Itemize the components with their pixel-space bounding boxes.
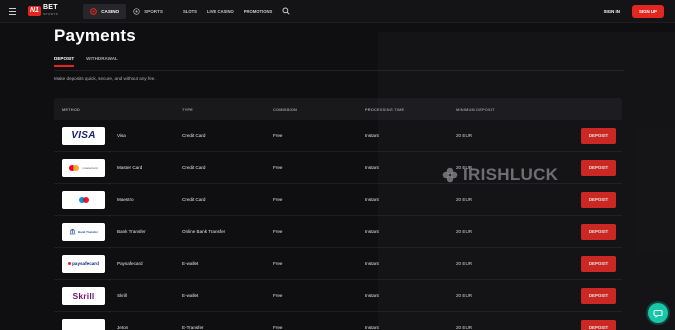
column-header-minimum-deposit: MINIMUM DEPOSIT [456,106,495,112]
column-header-commission: COMISSION [273,106,298,112]
method-commission: Free [273,165,283,170]
nav-link-slots[interactable]: SLOTS [178,9,202,14]
payment-subtabs: DEPOSIT WITHDRAWAL [54,56,118,67]
method-name: Jeton [117,325,129,330]
live-chat-button[interactable] [648,303,668,323]
jeton-logo [62,318,105,330]
method-type: E-wallet [182,293,199,298]
method-processing-time: Instant [365,325,379,330]
method-name: Paysafecard [117,261,143,266]
method-processing-time: Instant [365,293,379,298]
method-commission: Free [273,293,283,298]
chat-bubble-icon [653,310,663,318]
primary-links: SLOTS LIVE CASINO PROMOTIONS [178,9,277,14]
bank-transfer-logo: Bank Transfer [62,222,105,241]
logo-n1-badge: N1 [28,6,41,16]
visa-logo: VISA [62,126,105,145]
table-row: Maestro Credit Card Free Instant 20 EUR … [54,184,622,216]
deposit-button[interactable]: DEPOSIT [581,159,616,176]
method-commission: Free [273,261,283,266]
subtabs-divider [54,70,624,71]
method-type: Credit Card [182,133,206,138]
column-header-method: METHOD [62,106,81,112]
search-icon[interactable] [281,7,290,16]
method-processing-time: Instant [365,229,379,234]
sign-in-button[interactable]: SIGN IN [600,6,624,17]
method-processing-time: Instant [365,133,379,138]
method-name: Visa [117,133,126,138]
paysafecard-logo: paysafecard [62,254,105,273]
tab-casino[interactable]: CASINO [83,3,127,19]
method-minimum-deposit: 20 EUR [456,293,473,298]
method-minimum-deposit: 20 EUR [456,165,473,170]
deposit-button[interactable]: DEPOSIT [581,127,616,144]
table-row: VISA Visa Credit Card Free Instant 20 EU… [54,120,622,152]
tab-sports-label: SPORTS [144,8,163,14]
method-name: Skrill [117,293,127,298]
payment-methods-table: METHOD TYPE COMISSION PROCESSING TIME MI… [54,98,622,330]
method-minimum-deposit: 20 EUR [456,261,473,266]
deposit-button[interactable]: DEPOSIT [581,191,616,208]
soccer-ball-icon [133,7,140,15]
method-commission: Free [273,325,283,330]
page-title: Payments [54,26,136,45]
method-processing-time: Instant [365,261,379,266]
table-row: Bank Transfer Bank Transfer Online Bank … [54,216,622,248]
deposit-button[interactable]: DEPOSIT [581,223,616,240]
skrill-logo: Skrill [62,286,105,305]
column-header-type: TYPE [182,106,193,112]
deposit-button[interactable]: DEPOSIT [581,255,616,272]
method-minimum-deposit: 20 EUR [456,325,473,330]
maestro-logo [62,190,105,209]
page-description: Make deposits quick, secure, and without… [54,76,156,81]
column-header-processing-time: PROCESSING TIME [365,106,405,112]
deposit-button[interactable]: DEPOSIT [581,319,616,330]
site-logo[interactable]: N1 BET SPORTS [28,0,58,23]
tab-withdrawal[interactable]: WITHDRAWAL [86,56,118,67]
method-name: Master Card [117,165,143,170]
sign-up-button[interactable]: SIGN UP [631,4,664,18]
bank-building-icon [69,228,76,235]
table-row: paysafecard Paysafecard E-wallet Free In… [54,248,622,280]
method-name: Maestro [117,197,134,202]
auth-actions: SIGN IN SIGN UP [600,4,664,18]
method-commission: Free [273,229,283,234]
method-type: E-Transfer [182,325,204,330]
table-row: mastercard Master Card Credit Card Free … [54,152,622,184]
table-row: Skrill Skrill E-wallet Free Instant 20 E… [54,280,622,312]
mastercard-logo: mastercard [62,158,105,177]
method-type: Credit Card [182,197,206,202]
method-name: Bank Transfer [117,229,146,234]
tab-sports[interactable]: SPORTS [126,4,170,19]
deposit-button[interactable]: DEPOSIT [581,287,616,304]
nav-link-live-casino[interactable]: LIVE CASINO [202,9,239,14]
method-commission: Free [273,133,283,138]
table-row: Jeton E-Transfer Free Instant 20 EUR DEP… [54,312,622,330]
casino-chip-icon [90,7,98,15]
method-processing-time: Instant [365,197,379,202]
method-type: Online Bank Transfer [182,229,226,234]
tab-casino-label: CASINO [101,8,120,14]
table-header: METHOD TYPE COMISSION PROCESSING TIME MI… [54,98,622,120]
top-navigation-bar: N1 BET SPORTS CASINO SPORTS SLOTS LIVE C… [0,0,675,23]
method-minimum-deposit: 20 EUR [456,197,473,202]
nav-link-promotions[interactable]: PROMOTIONS [239,9,278,14]
hamburger-menu-icon[interactable] [9,0,23,23]
logo-brand-sub: SPORTS [42,12,59,16]
tab-deposit[interactable]: DEPOSIT [54,56,75,67]
method-minimum-deposit: 20 EUR [456,229,473,234]
method-commission: Free [273,197,283,202]
method-type: E-wallet [182,261,199,266]
method-type: Credit Card [182,165,206,170]
method-processing-time: Instant [365,165,379,170]
product-tabs: CASINO SPORTS [83,3,170,19]
method-minimum-deposit: 20 EUR [456,133,473,138]
